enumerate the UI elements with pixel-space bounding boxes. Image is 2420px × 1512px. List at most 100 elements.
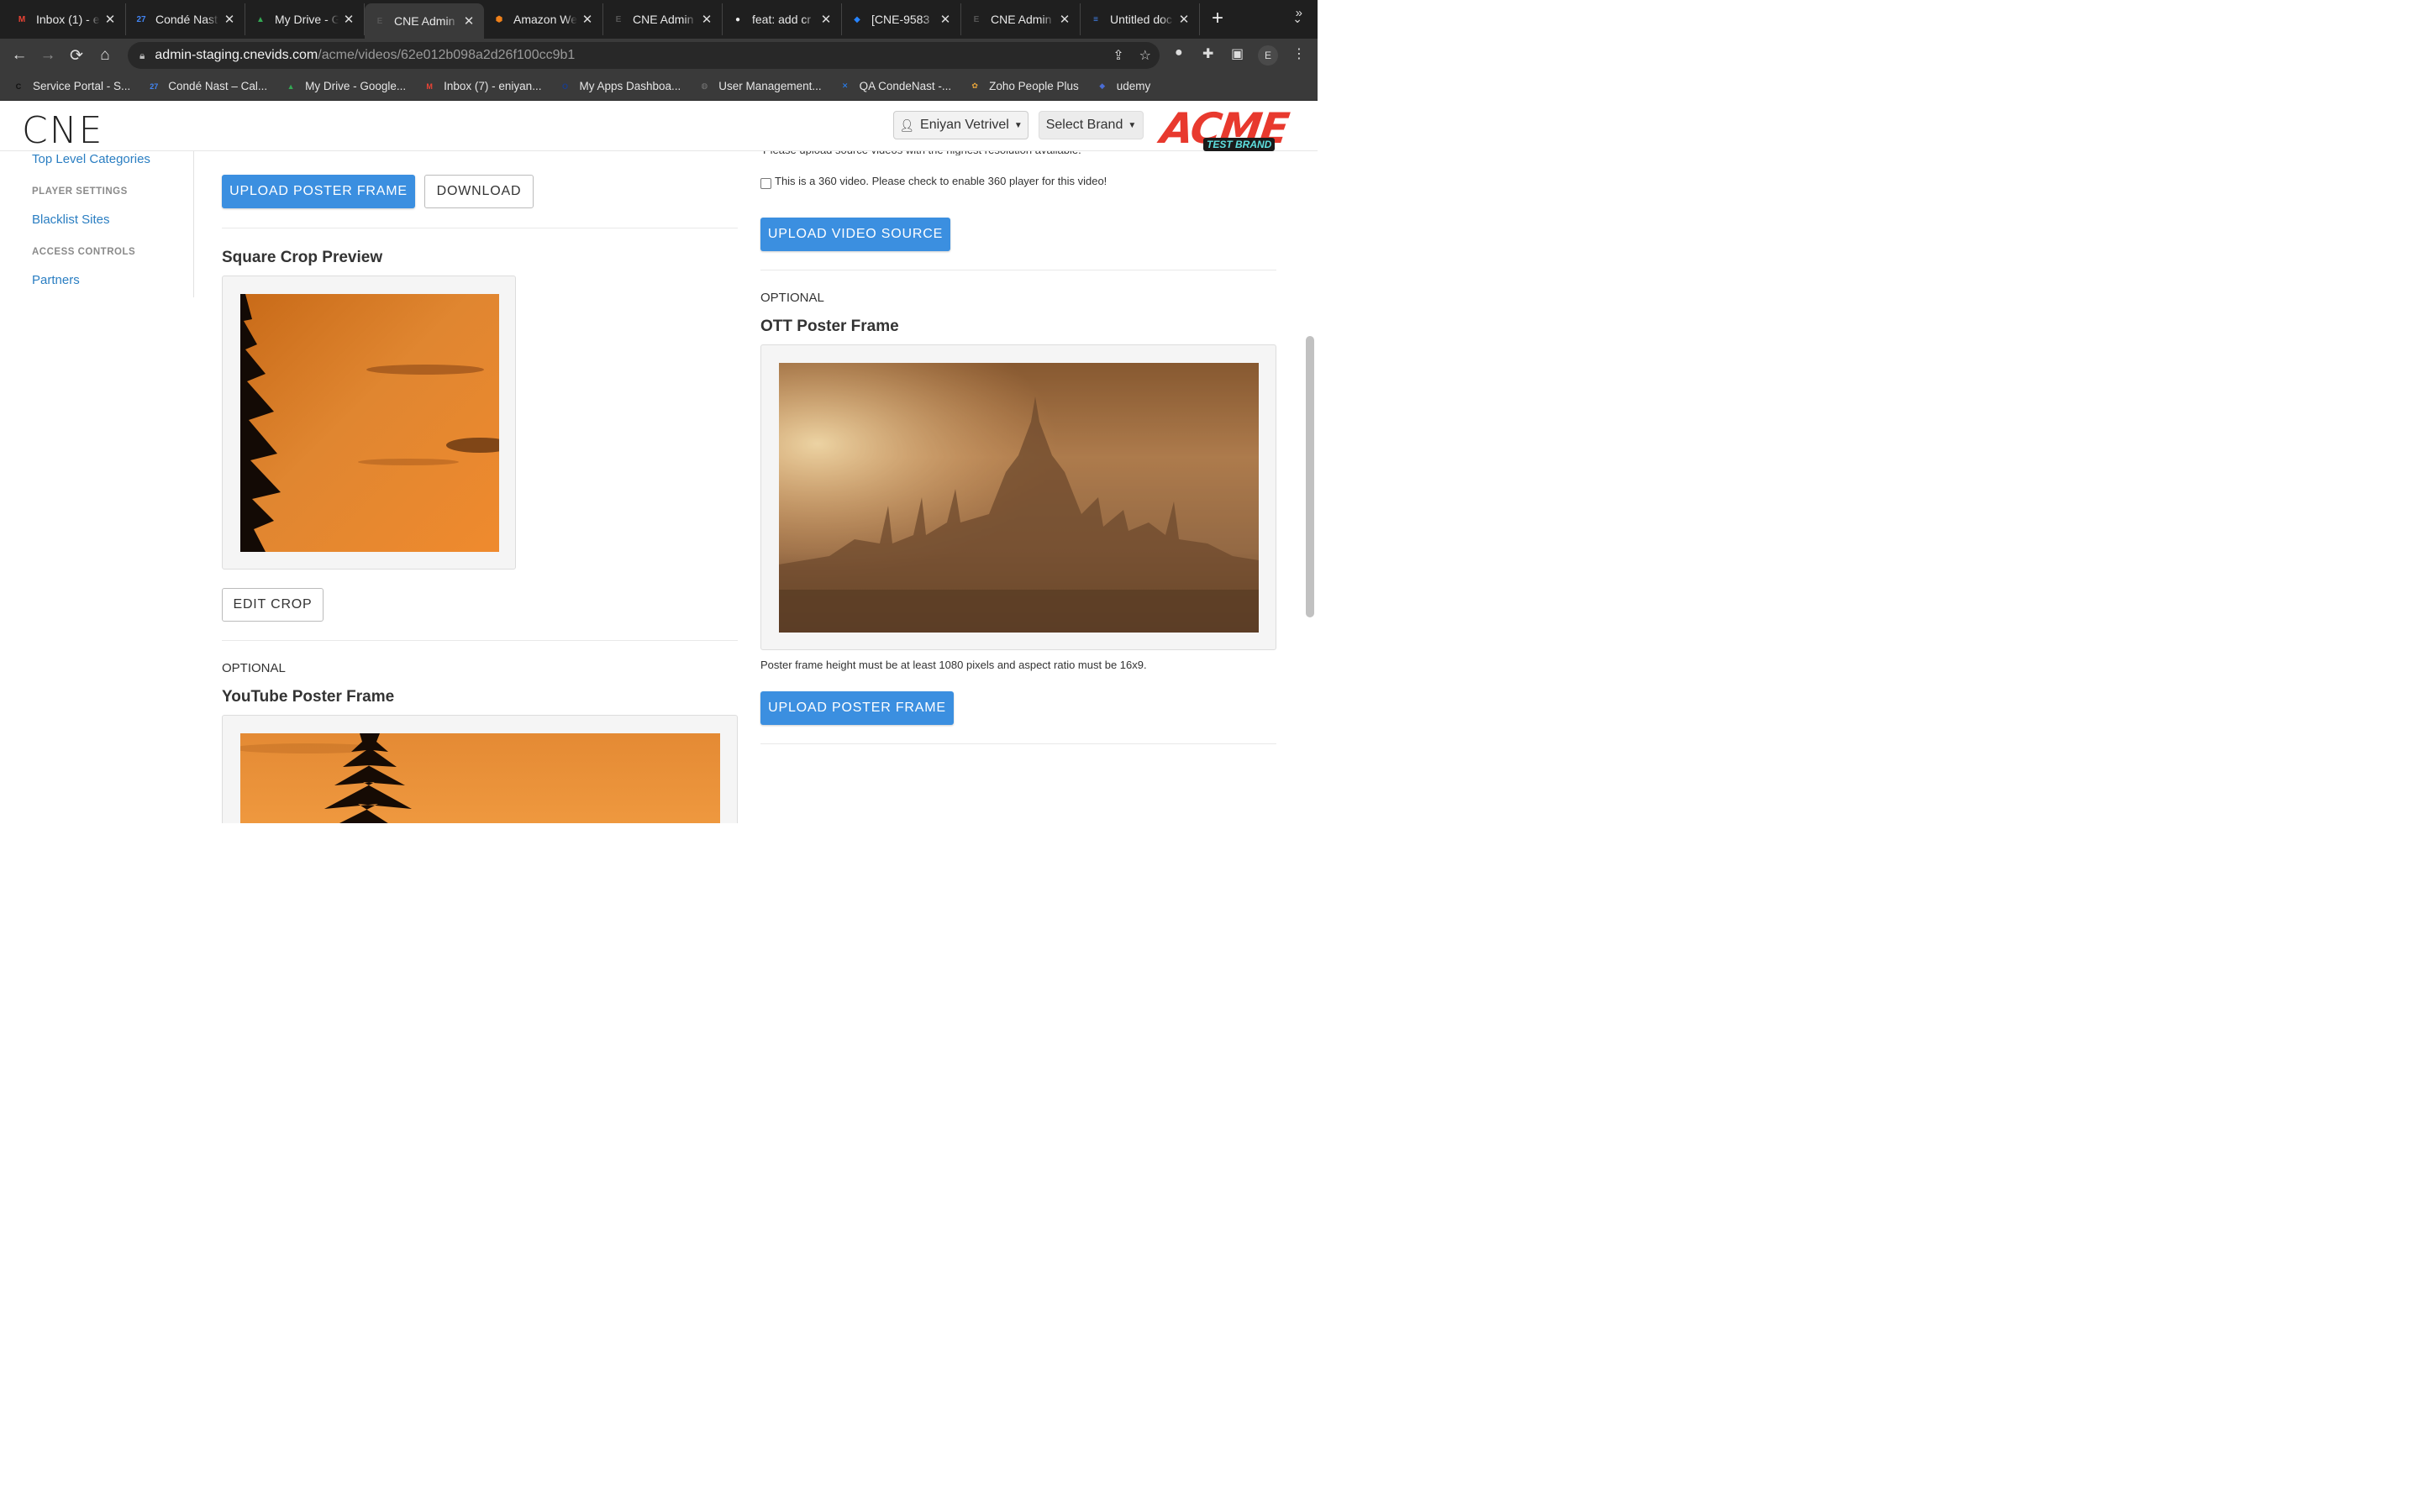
bookmark-item[interactable]: C Service Portal - S... [12, 80, 131, 93]
user-menu-button[interactable]: 👤︎ Eniyan Vetrivel ▼ [893, 111, 1028, 139]
browser-tab[interactable]: E CNE Admin ✕ [603, 3, 723, 35]
upload-poster-frame-button[interactable]: UPLOAD POSTER FRAME [222, 175, 415, 208]
bookmark-label: QA CondeNast -... [859, 80, 952, 92]
sidepanel-icon[interactable]: ▣ [1231, 45, 1244, 62]
extension-icon[interactable]: ● [1175, 45, 1183, 60]
url-host: admin-staging.cnevids.com [155, 48, 318, 62]
browser-tab[interactable]: M Inbox (1) - e ✕ [7, 3, 126, 35]
upload-ott-poster-frame-button[interactable]: UPLOAD POSTER FRAME [760, 691, 954, 725]
360-video-checkbox[interactable] [760, 178, 771, 189]
user-name: Eniyan Vetrivel [920, 118, 1009, 132]
square-crop-preview-title: Square Crop Preview [222, 249, 383, 266]
aws-icon: ⬢ [495, 14, 503, 24]
close-tab-icon[interactable]: ✕ [939, 12, 952, 27]
address-bar[interactable]: 🔒︎ admin-staging.cnevids.com/acme/videos… [128, 42, 1160, 69]
close-tab-icon[interactable]: ✕ [342, 12, 355, 27]
lock-icon[interactable]: 🔒︎ [139, 50, 145, 62]
bookmark-item[interactable]: ◍ User Management... [697, 80, 821, 93]
calendar-icon: 27 [150, 81, 159, 91]
ott-poster-image [779, 363, 1259, 633]
close-tab-icon[interactable]: ✕ [462, 13, 476, 29]
close-tab-icon[interactable]: ✕ [223, 12, 236, 27]
sidebar-heading-access-controls: ACCESS CONTROLS [32, 247, 136, 257]
youtube-poster-image [240, 733, 720, 823]
bookmark-item[interactable]: 27 Condé Nast – Cal... [147, 80, 267, 93]
sidebar-item-blacklist-sites[interactable]: Blacklist Sites [32, 213, 110, 227]
bookmark-item[interactable]: ✕ QA CondeNast -... [839, 80, 952, 93]
youtube-poster-frame [222, 715, 738, 823]
profile-avatar[interactable]: E [1258, 45, 1278, 66]
gmail-icon: M [426, 81, 433, 91]
bookmark-label: Zoho People Plus [989, 80, 1079, 92]
sidebar-item-top-level-categories[interactable]: Top Level Categories [32, 152, 150, 166]
forward-icon[interactable]: → [34, 46, 62, 65]
user-icon: 👤︎ [899, 118, 915, 132]
360-video-label: This is a 360 video. Please check to ena… [775, 175, 1107, 187]
bookmark-item[interactable]: O My Apps Dashboa... [558, 80, 681, 93]
address-toolbar: ← → ⟳ ⌂ 🔒︎ admin-staging.cnevids.com/acm… [0, 39, 1318, 72]
docs-icon: ≡ [1093, 14, 1098, 24]
tab-label: Untitled doc [1110, 13, 1172, 26]
bookmarks-overflow-icon[interactable]: » [1296, 6, 1302, 20]
square-crop-image [240, 294, 499, 552]
close-tab-icon[interactable]: ✕ [581, 12, 594, 27]
caret-down-icon: ▼ [1013, 120, 1023, 130]
optional-label: OPTIONAL [222, 661, 286, 675]
edit-crop-button[interactable]: EDIT CROP [222, 588, 324, 622]
tab-label: CNE Admin [633, 13, 694, 26]
tab-label: CNE Admin [991, 13, 1052, 26]
page-scrollbar[interactable] [1306, 336, 1314, 617]
download-button[interactable]: DOWNLOAD [424, 175, 534, 208]
reload-icon[interactable]: ⟳ [62, 46, 91, 66]
home-icon[interactable]: ⌂ [91, 46, 119, 65]
tab-label: Condé Nast [155, 13, 218, 26]
sidebar-heading-player-settings: PLAYER SETTINGS [32, 186, 128, 197]
sidebar-item-partners[interactable]: Partners [32, 273, 80, 287]
back-icon[interactable]: ← [5, 46, 34, 65]
url-path: /acme/videos/62e012b098a2d26f100cc9b1 [318, 48, 576, 62]
zoho-icon: ✿ [971, 81, 978, 90]
browser-tab[interactable]: 27 Condé Nast ✕ [126, 3, 245, 35]
browser-tab[interactable]: ◆ [CNE-9583 ✕ [842, 3, 961, 35]
browser-tab[interactable]: ● feat: add cr ✕ [723, 3, 842, 35]
github-icon: ● [734, 14, 741, 24]
globe-icon: ◍ [701, 81, 708, 90]
close-tab-icon[interactable]: ✕ [1177, 12, 1191, 27]
tab-label: Inbox (1) - e [36, 13, 100, 26]
close-tab-icon[interactable]: ✕ [819, 12, 833, 27]
drive-icon: ▲ [256, 14, 265, 24]
browser-tab[interactable]: ⬢ Amazon We ✕ [484, 3, 603, 35]
browser-tab[interactable]: ▲ My Drive - G ✕ [245, 3, 365, 35]
youtube-poster-frame-title: YouTube Poster Frame [222, 688, 395, 706]
udemy-icon: ◆ [1099, 81, 1106, 90]
ott-poster-frame [760, 344, 1276, 650]
tab-label: feat: add cr [752, 13, 812, 26]
divider [222, 640, 738, 641]
bookmark-label: Inbox (7) - eniyan... [444, 80, 542, 92]
bookmark-label: User Management... [718, 80, 822, 92]
browser-tab[interactable]: E CNE Admin ✕ [961, 3, 1081, 35]
bookmark-label: Service Portal - S... [33, 80, 131, 92]
bookmark-star-icon[interactable]: ☆ [1139, 47, 1151, 64]
share-icon[interactable]: ⇪ [1113, 47, 1123, 64]
cne-logo[interactable]: CNE [22, 109, 103, 152]
bookmark-item[interactable]: M Inbox (7) - eniyan... [423, 80, 541, 93]
browser-tab[interactable]: E CNE Admin ✕ [365, 3, 484, 39]
calendar-icon: 27 [136, 14, 146, 24]
tab-label: CNE Admin [394, 14, 455, 28]
select-brand-button[interactable]: Select Brand ▼ [1039, 111, 1144, 139]
gmail-icon: M [18, 14, 26, 24]
puzzle-icon[interactable]: ✚ [1202, 45, 1213, 62]
bookmark-item[interactable]: ▲ My Drive - Google... [284, 80, 407, 93]
close-tab-icon[interactable]: ✕ [1058, 12, 1071, 27]
upload-video-source-button[interactable]: UPLOAD VIDEO SOURCE [760, 218, 950, 251]
jira-icon: ◆ [854, 14, 860, 24]
menu-icon[interactable]: ⋮ [1292, 45, 1306, 62]
browser-tab[interactable]: ≡ Untitled doc ✕ [1081, 3, 1200, 35]
close-tab-icon[interactable]: ✕ [700, 12, 713, 27]
bookmark-item[interactable]: ✿ Zoho People Plus [968, 80, 1079, 93]
close-tab-icon[interactable]: ✕ [103, 12, 117, 27]
confluence-icon: ✕ [841, 81, 849, 90]
bookmark-item[interactable]: ◆ udemy [1096, 80, 1150, 93]
new-tab-icon[interactable]: + [1212, 7, 1223, 30]
